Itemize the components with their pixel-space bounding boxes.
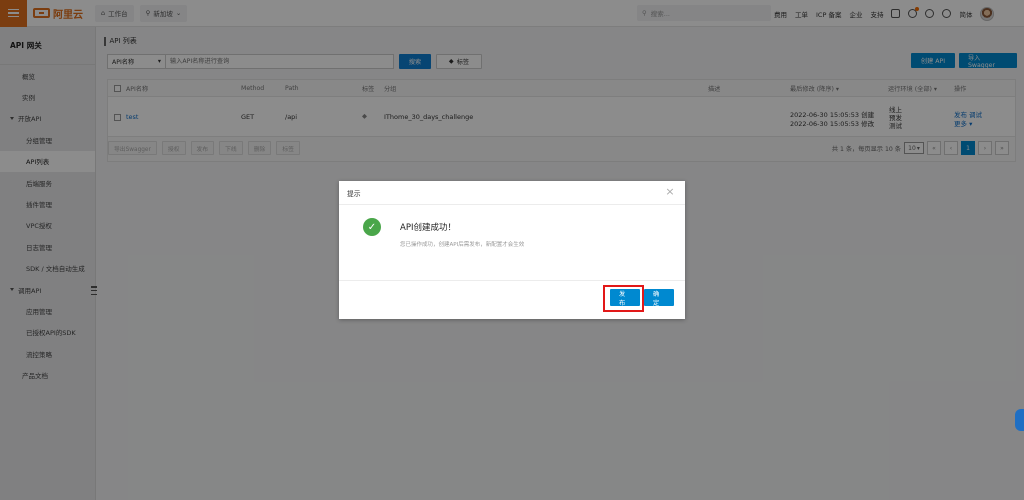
check-circle-icon: ✓	[363, 218, 381, 236]
dialog-title: API创建成功！	[400, 223, 456, 233]
dialog-description: 您已操作成功，创建API后需发布，新配置才会生效	[400, 242, 525, 248]
dialog-divider	[339, 280, 685, 281]
dialog-ok-button[interactable]: 确定	[644, 289, 674, 307]
highlight-box	[603, 285, 644, 312]
dialog-header-title: 提示	[347, 189, 361, 198]
close-icon[interactable]: ×	[665, 186, 675, 197]
floating-assistant-icon[interactable]	[1015, 409, 1024, 431]
dialog-header: 提示 ×	[339, 181, 685, 205]
